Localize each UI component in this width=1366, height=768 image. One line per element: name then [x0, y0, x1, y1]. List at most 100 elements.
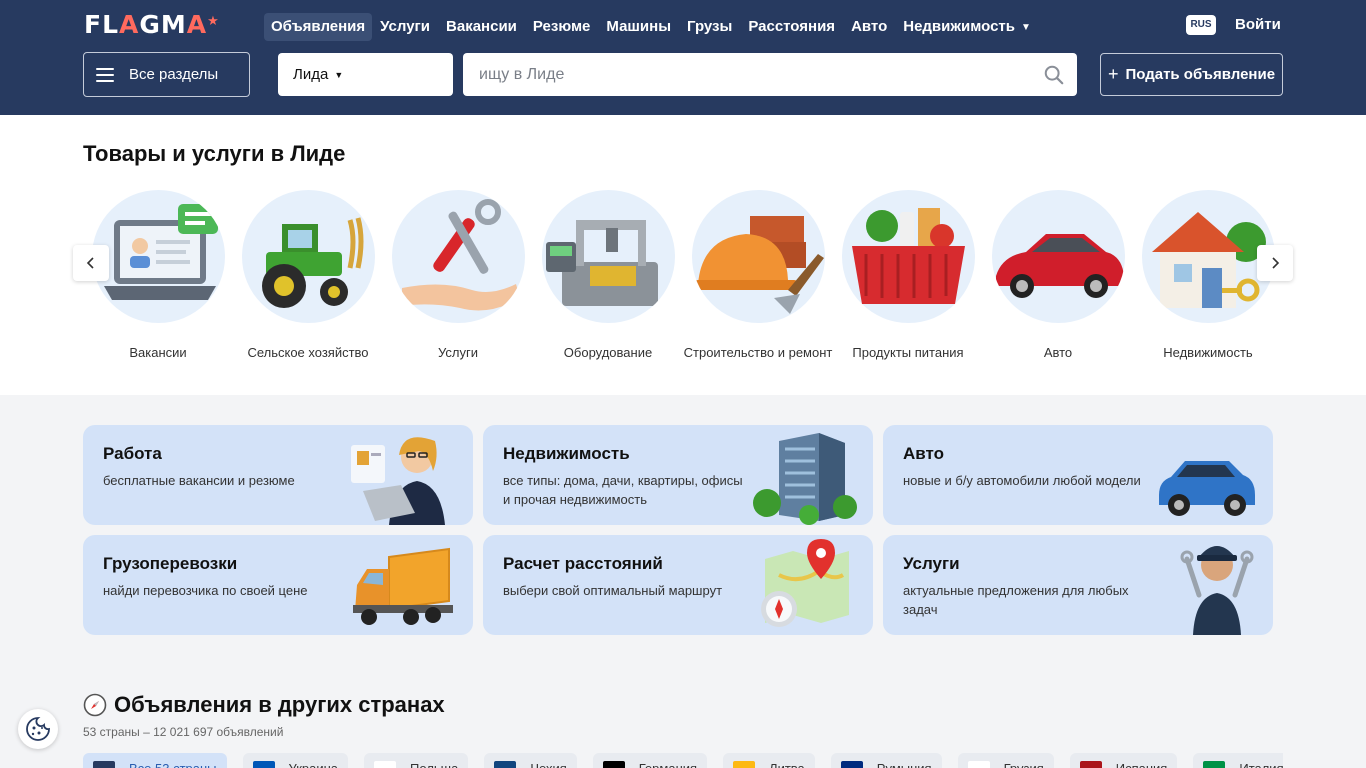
flagma-logo[interactable]: FLAGMA★ [84, 12, 220, 38]
country-label: Испания [1115, 760, 1168, 768]
flag-icon [733, 761, 756, 768]
country-chip[interactable]: Украина [242, 753, 349, 768]
cookie-settings-button[interactable] [18, 709, 58, 749]
country-chip[interactable]: Польша [364, 753, 469, 768]
post-ad-button[interactable]: + Подать объявление [1100, 53, 1283, 96]
all-sections-button[interactable]: Все разделы [83, 52, 250, 97]
tile-auto[interactable]: Авто новые и б/у автомобили любой модели [883, 425, 1273, 525]
office-building-icon [753, 433, 857, 525]
tile-title: Работа [103, 444, 162, 463]
nav-distances[interactable]: Расстояния [740, 13, 843, 41]
carousel-prev-button[interactable] [73, 245, 109, 281]
category-equipment[interactable]: Оборудование [533, 190, 683, 360]
nav-resume[interactable]: Резюме [525, 13, 598, 41]
chevron-left-icon [86, 257, 94, 269]
city-value: Лида [293, 66, 329, 83]
category-label: Вакансии [129, 345, 187, 360]
country-chip[interactable]: Румыния [830, 753, 942, 768]
helmet-bricks-icon [691, 190, 825, 323]
chevron-right-icon [1272, 257, 1280, 269]
search-input[interactable] [463, 53, 1023, 96]
flag-icon [494, 761, 517, 768]
category-services[interactable]: Услуги [383, 190, 533, 360]
search-icon[interactable] [1043, 64, 1065, 86]
category-label: Продукты питания [852, 345, 964, 360]
tile-work[interactable]: Работа бесплатные вакансии и резюме [83, 425, 473, 525]
country-chip[interactable]: Грузия [957, 753, 1054, 768]
all-sections-label: Все разделы [129, 66, 219, 83]
nav-machines[interactable]: Машины [598, 13, 679, 41]
country-chip[interactable]: Испания [1069, 753, 1178, 768]
categories-title: Товары и услуги в Лиде [83, 141, 346, 166]
language-switch[interactable]: RUS [1186, 15, 1216, 35]
country-chip[interactable]: Германия [592, 753, 708, 768]
car-icon [991, 190, 1125, 323]
tile-title: Авто [903, 444, 944, 463]
country-chip[interactable]: Чехия [484, 753, 577, 768]
login-link[interactable]: Войти [1235, 16, 1281, 33]
tile-distances[interactable]: Расчет расстояний выбери свой оптимальны… [483, 535, 873, 635]
countries-title: Объявления в других странах [83, 692, 445, 718]
flag-icon [1203, 761, 1226, 768]
tile-description: новые и б/у автомобили любой модели [903, 473, 1141, 488]
category-label: Услуги [438, 345, 478, 360]
tractor-icon [241, 190, 375, 323]
country-label: Все 53 страны [129, 760, 217, 768]
city-select[interactable]: Лида ▼ [278, 53, 453, 96]
country-label: Италия [1239, 760, 1283, 768]
tile-services[interactable]: Услуги актуальные предложения для любых … [883, 535, 1273, 635]
country-chip[interactable]: Литва [723, 753, 815, 768]
tile-title: Грузоперевозки [103, 554, 238, 573]
nav-vacancies[interactable]: Вакансии [438, 13, 525, 41]
house-key-icon [1141, 190, 1275, 323]
nav-realty[interactable]: Недвижимость ▼ [895, 13, 1039, 41]
tile-cargo[interactable]: Грузоперевозки найди перевозчика по свое… [83, 535, 473, 635]
post-ad-label: Подать объявление [1125, 66, 1276, 83]
nav-auto[interactable]: Авто [843, 13, 895, 41]
country-chip[interactable]: Италия [1193, 753, 1283, 768]
flag-icon [1079, 761, 1102, 768]
tile-description: найди перевозчика по своей цене [103, 583, 308, 598]
nav-cargo[interactable]: Грузы [679, 13, 740, 41]
search-box [463, 53, 1077, 96]
category-construction[interactable]: Строительство и ремонт [683, 190, 833, 360]
tile-description: выбери свой оптимальный маршрут [503, 583, 723, 598]
flag-icon [252, 761, 275, 768]
country-label: Литва [769, 760, 805, 768]
categories-section: Товары и услуги в Лиде Вакансии Сельское… [0, 115, 1366, 395]
map-compass-icon [761, 539, 849, 627]
nav-ads[interactable]: Объявления [264, 13, 373, 41]
country-chips: Все 53 страны Украина Польша Чехия Германия Л… [83, 753, 1283, 768]
tile-description: все типы: дома, дачи, квартиры, офисы и … [503, 473, 743, 507]
country-label: Украина [288, 760, 339, 768]
tile-title: Услуги [903, 554, 960, 573]
category-label: Строительство и ремонт [683, 345, 833, 360]
country-label: Германия [638, 760, 698, 768]
category-label: Оборудование [563, 345, 653, 360]
carousel-next-button[interactable] [1257, 245, 1293, 281]
country-label: Грузия [1003, 760, 1044, 768]
category-food[interactable]: Продукты питания [833, 190, 983, 360]
category-agriculture[interactable]: Сельское хозяйство [233, 190, 383, 360]
tile-realty[interactable]: Недвижимость все типы: дома, дачи, кварт… [483, 425, 873, 525]
caret-down-icon: ▼ [334, 70, 344, 80]
category-label: Недвижимость [1163, 345, 1253, 360]
suv-icon [1159, 461, 1255, 516]
tile-description: актуальные предложения для любых задач [903, 583, 1129, 617]
category-auto[interactable]: Авто [983, 190, 1133, 360]
caret-down-icon: ▼ [1021, 22, 1031, 33]
grocery-basket-icon [841, 190, 975, 323]
tools-hand-icon [391, 190, 525, 323]
nav-services[interactable]: Услуги [372, 13, 438, 41]
flag-icon [967, 761, 990, 768]
country-chip[interactable]: Все 53 страны [83, 753, 227, 768]
cnc-machine-icon [541, 190, 675, 323]
category-label: Авто [1043, 345, 1073, 360]
category-label: Сельское хозяйство [247, 345, 369, 360]
flag-icon [840, 761, 863, 768]
tile-title: Недвижимость [503, 444, 630, 463]
tile-title: Расчет расстояний [503, 554, 663, 573]
compass-icon [83, 693, 107, 717]
header: FLAGMA★ Объявления Услуги Вакансии Резюм… [0, 0, 1366, 115]
categories-carousel: Вакансии Сельское хозяйство Услуги Обору… [83, 190, 1283, 380]
